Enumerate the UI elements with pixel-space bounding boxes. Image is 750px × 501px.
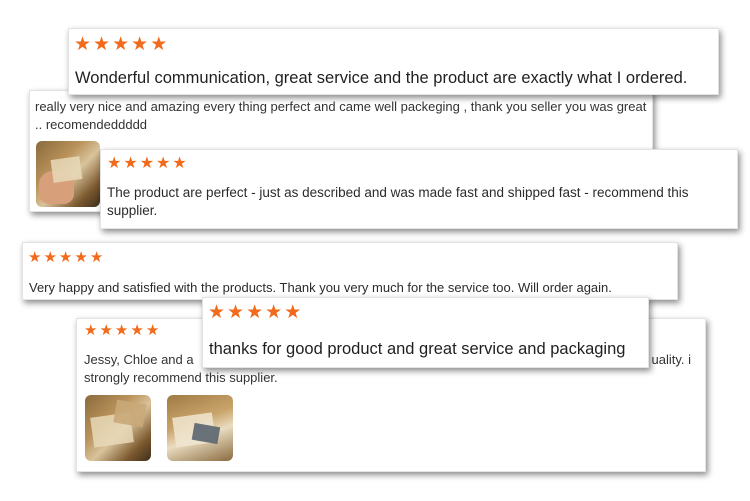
star-icon: ★ (28, 249, 42, 266)
star-icon: ★ (156, 155, 171, 172)
star-icon: ★ (74, 249, 88, 266)
star-icon: ★ (130, 322, 144, 339)
star-icon: ★ (114, 322, 129, 339)
review-photo-open-box[interactable] (167, 395, 233, 461)
star-icon: ★ (227, 302, 245, 323)
star-rating: ★ ★ ★ ★ ★ (84, 323, 159, 338)
star-icon: ★ (89, 249, 104, 266)
star-rating: ★ ★ ★ ★ ★ (107, 156, 187, 172)
star-icon: ★ (145, 322, 160, 339)
star-rating: ★ ★ ★ ★ ★ (74, 35, 167, 54)
star-icon: ★ (246, 302, 264, 323)
star-icon: ★ (107, 155, 122, 172)
review-text: really very nice and amazing every thing… (35, 99, 647, 132)
star-icon: ★ (150, 34, 168, 55)
star-rating: ★ ★ ★ ★ ★ (208, 303, 301, 322)
review-text: Very happy and satisfied with the produc… (29, 280, 612, 295)
star-icon: ★ (172, 155, 187, 172)
star-icon: ★ (99, 322, 113, 339)
star-icon: ★ (93, 34, 111, 55)
review-card-3: ★ ★ ★ ★ ★ The product are perfect - just… (100, 149, 738, 229)
review-text-end: uality. i (651, 352, 692, 367)
review-card-6: ★ ★ ★ ★ ★ thanks for good product and gr… (202, 297, 649, 368)
review-text-start: Jessy, Chloe and a (84, 352, 194, 367)
review-photo-soap-in-hand[interactable] (36, 141, 100, 207)
review-photo-boxes[interactable] (85, 395, 151, 461)
review-text: thanks for good product and great servic… (209, 340, 626, 358)
star-icon: ★ (131, 34, 149, 55)
review-text-line2: strongly recommend this supplier. (84, 370, 278, 385)
review-text: The product are perfect - just as descri… (107, 185, 689, 219)
star-icon: ★ (123, 155, 138, 172)
review-text: Wonderful communication, great service a… (75, 69, 688, 87)
star-icon: ★ (84, 322, 98, 339)
star-icon: ★ (58, 249, 73, 266)
star-icon: ★ (112, 34, 130, 55)
star-rating: ★ ★ ★ ★ ★ (28, 250, 103, 265)
review-card-1: ★ ★ ★ ★ ★ Wonderful communication, great… (68, 28, 719, 95)
star-icon: ★ (43, 249, 57, 266)
star-icon: ★ (139, 155, 155, 172)
star-icon: ★ (208, 302, 226, 323)
star-icon: ★ (265, 302, 283, 323)
star-icon: ★ (284, 302, 302, 323)
review-card-4: ★ ★ ★ ★ ★ Very happy and satisfied with … (22, 242, 678, 300)
star-icon: ★ (74, 34, 92, 55)
